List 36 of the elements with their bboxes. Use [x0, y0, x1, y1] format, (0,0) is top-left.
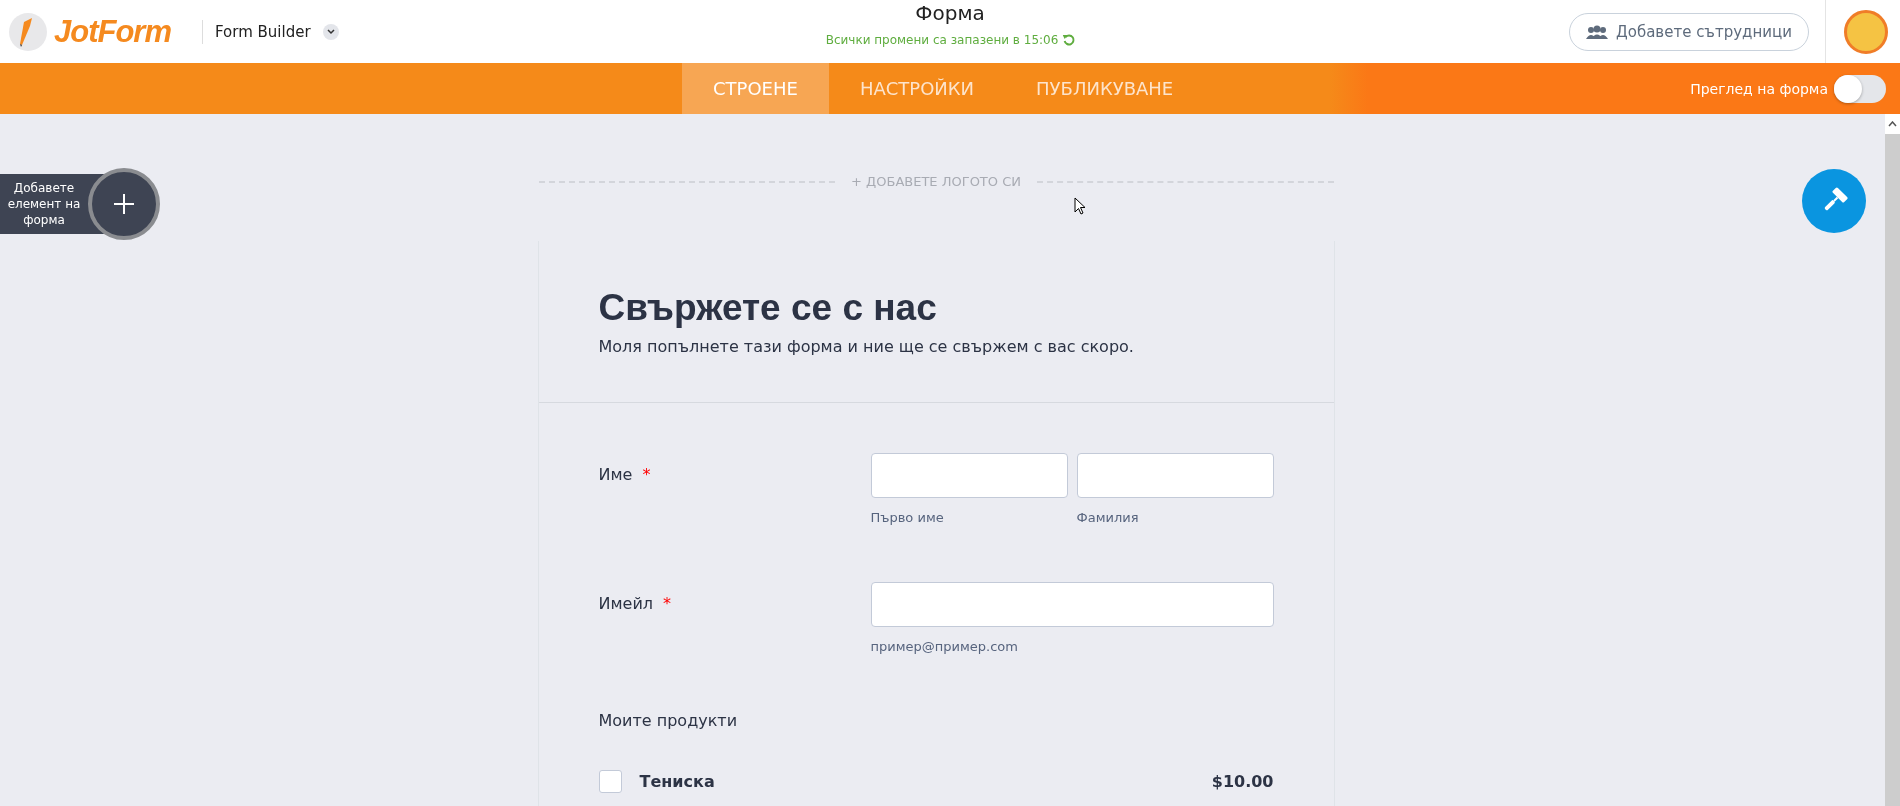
- product-name: Тениска: [639, 772, 715, 791]
- nav-tab[interactable]: НАСТРОЙКИ: [828, 63, 1006, 114]
- preview-label: Преглед на форма: [1690, 80, 1828, 97]
- text-input-field[interactable]: [870, 582, 1274, 627]
- field-sublabel: Първо име: [870, 510, 945, 525]
- chevron-down-icon[interactable]: [322, 23, 339, 40]
- scrollbar[interactable]: [1885, 114, 1900, 806]
- users-icon: [1586, 24, 1608, 39]
- product-price: $10.00: [1211, 772, 1274, 791]
- field-sublabel: Фамилия: [1076, 510, 1140, 525]
- refresh-icon[interactable]: [1062, 34, 1075, 46]
- required-asterisk: *: [642, 465, 651, 484]
- field-label: Име: [598, 465, 633, 484]
- scroll-up-icon[interactable]: [1888, 121, 1897, 127]
- field-sublabel: пример@пример.com: [870, 639, 1019, 654]
- save-status: Всички промени са запазени в 15:06: [825, 33, 1059, 47]
- product-checkbox[interactable]: [598, 770, 622, 793]
- nav-tab[interactable]: СТРОЕНЕ: [682, 63, 829, 114]
- required-asterisk: *: [663, 594, 671, 613]
- form-title[interactable]: Форма: [915, 1, 985, 25]
- app-name: Form Builder: [215, 22, 311, 41]
- text-input-field[interactable]: [870, 453, 1068, 498]
- add-collaborators-button[interactable]: Добавете сътрудници: [1569, 12, 1809, 51]
- nav-tab[interactable]: ПУБЛИКУВАНЕ: [1005, 63, 1205, 114]
- mouse-cursor-icon: [1074, 197, 1086, 215]
- preview-toggle[interactable]: [1834, 74, 1886, 103]
- jotform-logo[interactable]: JotForm: [54, 13, 171, 50]
- text-input-field[interactable]: [1076, 453, 1274, 498]
- field-label: Моите продукти: [598, 711, 738, 730]
- pencil-logo-icon: [8, 11, 48, 52]
- form-heading: Свържете се с нас: [598, 287, 938, 329]
- user-avatar[interactable]: [1844, 9, 1888, 54]
- field-label: Имейл: [598, 594, 653, 613]
- form-subheading: Моля попълнете тази форма и ние ще се свържем с вас скоро.: [598, 337, 1135, 356]
- plus-icon: [114, 194, 134, 214]
- add-logo-link[interactable]: + ДОБАВЕТЕ ЛОГОТО СИ: [851, 174, 1021, 189]
